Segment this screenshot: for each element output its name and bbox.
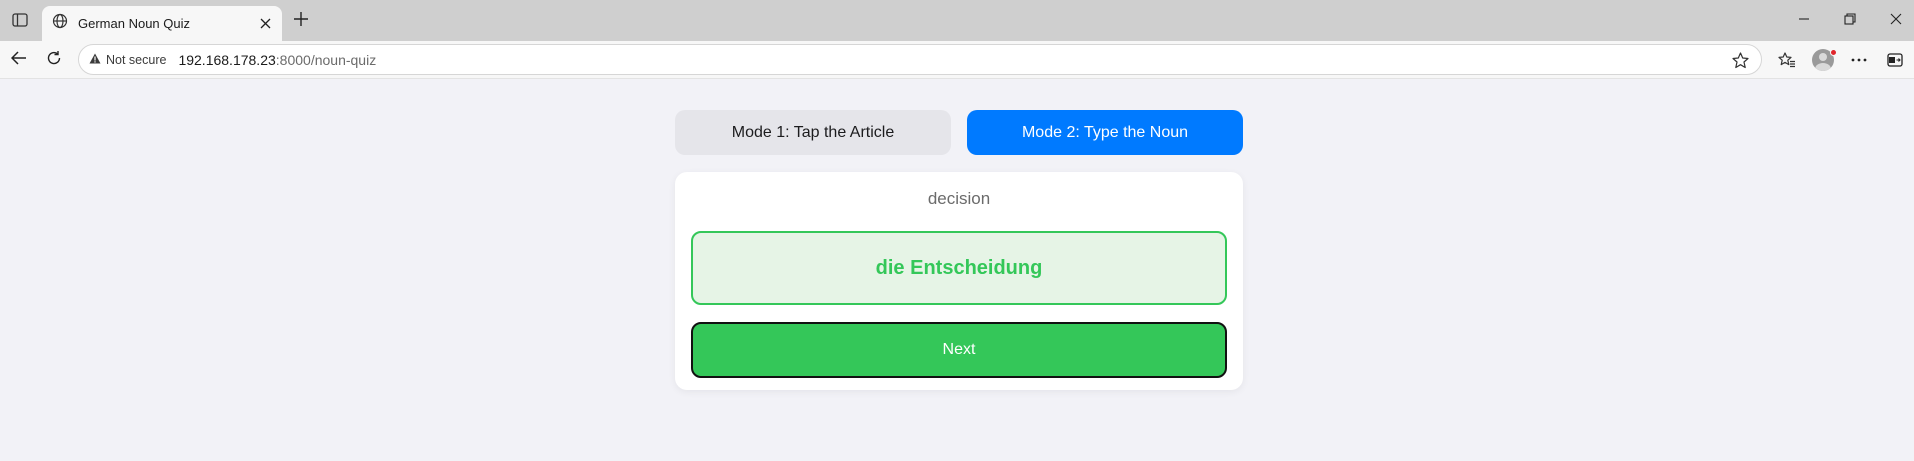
profile-button[interactable] (1808, 46, 1838, 74)
english-prompt: decision (927, 189, 991, 208)
close-icon (1890, 12, 1902, 30)
next-button[interactable]: Next (691, 322, 1227, 378)
globe-icon (52, 13, 68, 34)
mode-1-button[interactable]: Mode 1: Tap the Article (675, 110, 951, 155)
tab-title: German Noun Quiz (78, 16, 190, 31)
page-content: Mode 1: Tap the Article Mode 2: Type the… (0, 80, 1914, 461)
address-bar[interactable]: Not secure 192.168.178.23:8000/noun-quiz (78, 44, 1762, 75)
new-tab-button[interactable] (288, 8, 314, 34)
back-arrow-icon (10, 50, 27, 70)
minimize-icon (1798, 12, 1810, 30)
more-icon[interactable] (1844, 46, 1874, 74)
quiz-card: decision die Entscheidung Next (675, 172, 1243, 390)
url-host: 192.168.178.23 (178, 51, 276, 68)
notification-dot (1830, 49, 1837, 56)
answer-feedback: die Entscheidung (691, 231, 1227, 305)
mode-2-button[interactable]: Mode 2: Type the Noun (967, 110, 1243, 155)
window-close-button[interactable] (1876, 6, 1914, 36)
minimize-button[interactable] (1784, 6, 1824, 36)
restore-button[interactable] (1830, 6, 1870, 36)
sidebar-toggle-icon[interactable] (8, 9, 32, 31)
split-screen-icon[interactable] (1880, 46, 1910, 74)
back-button[interactable] (4, 46, 34, 74)
browser-titlebar: German Noun Quiz (0, 0, 1914, 41)
restore-icon (1844, 12, 1856, 30)
star-icon[interactable] (1729, 49, 1751, 71)
favorites-icon[interactable] (1772, 46, 1802, 74)
browser-toolbar: Not secure 192.168.178.23:8000/noun-quiz (0, 41, 1914, 79)
plus-icon (294, 11, 308, 31)
security-label: Not secure (106, 52, 167, 67)
reload-button[interactable] (39, 46, 69, 74)
close-icon[interactable] (252, 11, 278, 37)
browser-tab[interactable]: German Noun Quiz (42, 6, 282, 41)
reload-icon (46, 50, 62, 71)
security-indicator[interactable]: Not secure (89, 53, 166, 67)
warning-icon (89, 53, 101, 67)
url-path: :8000/noun-quiz (275, 51, 377, 68)
